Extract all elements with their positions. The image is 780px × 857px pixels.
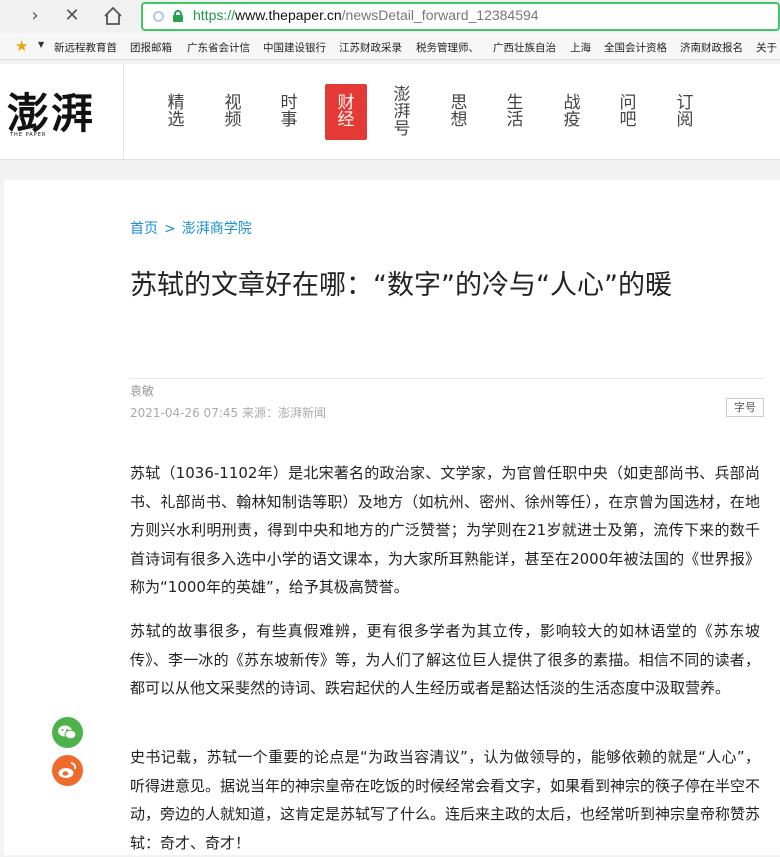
bookmark-item[interactable]: 济南财政报名 <box>680 40 748 55</box>
divider <box>130 378 764 379</box>
article-author: 袁敏 <box>130 384 155 398</box>
bookmark-item[interactable]: 团报邮箱 <box>130 40 180 55</box>
bookmark-item[interactable]: 江苏财政采录 <box>339 40 407 55</box>
nav-item-caijing[interactable]: 财 经 <box>325 84 367 140</box>
star-icon[interactable]: ★ <box>15 37 28 55</box>
nav-item-shipin[interactable]: 视 频 <box>212 84 254 140</box>
weibo-share-button[interactable] <box>52 755 83 786</box>
nav-item-shenghuo[interactable]: 生 活 <box>494 84 536 140</box>
nav-item-zhanyi[interactable]: 战 疫 <box>551 84 593 140</box>
address-bar[interactable]: https://www.thepaper.cn/newsDetail_forwa… <box>141 2 780 31</box>
bookmark-item[interactable]: 税务管理师、 <box>416 40 484 55</box>
article-meta: 2021-04-26 07:45 来源：澎湃新闻 <box>130 406 326 420</box>
bookmark-item[interactable]: 广东省会计信 <box>187 40 253 55</box>
article-paragraph: 苏轼（1036-1102年）是北宋著名的政治家、文学家，为官曾任职中央（如吏部尚… <box>130 464 760 596</box>
browser-toolbar: › ✕ https://www.thepaper.cn/newsDetail_f… <box>0 0 780 33</box>
weibo-icon <box>58 762 77 778</box>
bookmark-item[interactable]: 中国建设银行 <box>263 40 331 55</box>
wechat-icon <box>58 725 77 740</box>
article-paragraph: 苏轼的故事很多，有些真假难辨，更有很多学者为其立传，影响较大的如林语堂的《苏东坡… <box>130 622 760 697</box>
bookmarks-bar: ★ ▼ 新远程教育首 团报邮箱 广东省会计信 中国建设银行 江苏财政采录 税务管… <box>0 33 780 60</box>
article-paragraph: 史书记载，苏轼一个重要的论点是“为政当容清议”，认为做领导的，能够依赖的就是“人… <box>130 748 761 852</box>
article-title: 苏轼的文章好在哪：“数字”的冷与“人心”的暖 <box>130 270 672 301</box>
close-icon[interactable]: ✕ <box>60 4 84 28</box>
chevron-down-icon[interactable]: ▼ <box>38 40 44 49</box>
forward-icon[interactable]: › <box>23 4 47 28</box>
url-text[interactable]: https://www.thepaper.cn/newsDetail_forwa… <box>193 7 539 23</box>
site-header: 澎湃 THE PAPER 精 选 视 频 时 事 财 经 澎 湃 号 思 想 生… <box>0 64 780 160</box>
breadcrumb-home[interactable]: 首页 <box>130 221 158 237</box>
article-container: 首页 > 澎湃商学院 苏轼的文章好在哪：“数字”的冷与“人心”的暖 袁敏 2021-… <box>4 180 780 855</box>
home-icon[interactable] <box>101 4 125 28</box>
wechat-share-button[interactable] <box>52 717 83 748</box>
bookmark-item[interactable]: 上海 <box>570 40 598 55</box>
nav-item-jingxuan[interactable]: 精 选 <box>155 84 197 140</box>
site-info-icon[interactable] <box>153 11 164 22</box>
nav-item-sixiang[interactable]: 思 想 <box>438 84 480 140</box>
nav-item-dingyue[interactable]: 订 阅 <box>664 84 706 140</box>
bookmark-item[interactable]: 新远程教育首 <box>54 40 124 55</box>
bookmark-item[interactable]: 全国会计资格 <box>604 40 672 55</box>
nav-item-wenba[interactable]: 问 吧 <box>607 84 649 140</box>
bookmark-item[interactable]: 关于 <box>756 40 780 55</box>
bookmark-item[interactable]: 广西壮族自治 <box>493 40 561 55</box>
lock-icon <box>173 10 183 22</box>
breadcrumb-separator: > <box>164 221 176 237</box>
nav-item-shishi[interactable]: 时 事 <box>268 84 310 140</box>
breadcrumb: 首页 > 澎湃商学院 <box>130 218 252 238</box>
breadcrumb-section[interactable]: 澎湃商学院 <box>182 221 252 237</box>
font-size-button[interactable]: 字号 <box>726 398 764 417</box>
site-logo[interactable]: 澎湃 THE PAPER <box>0 64 124 159</box>
nav-item-pengpaihao[interactable]: 澎 湃 号 <box>381 84 423 140</box>
